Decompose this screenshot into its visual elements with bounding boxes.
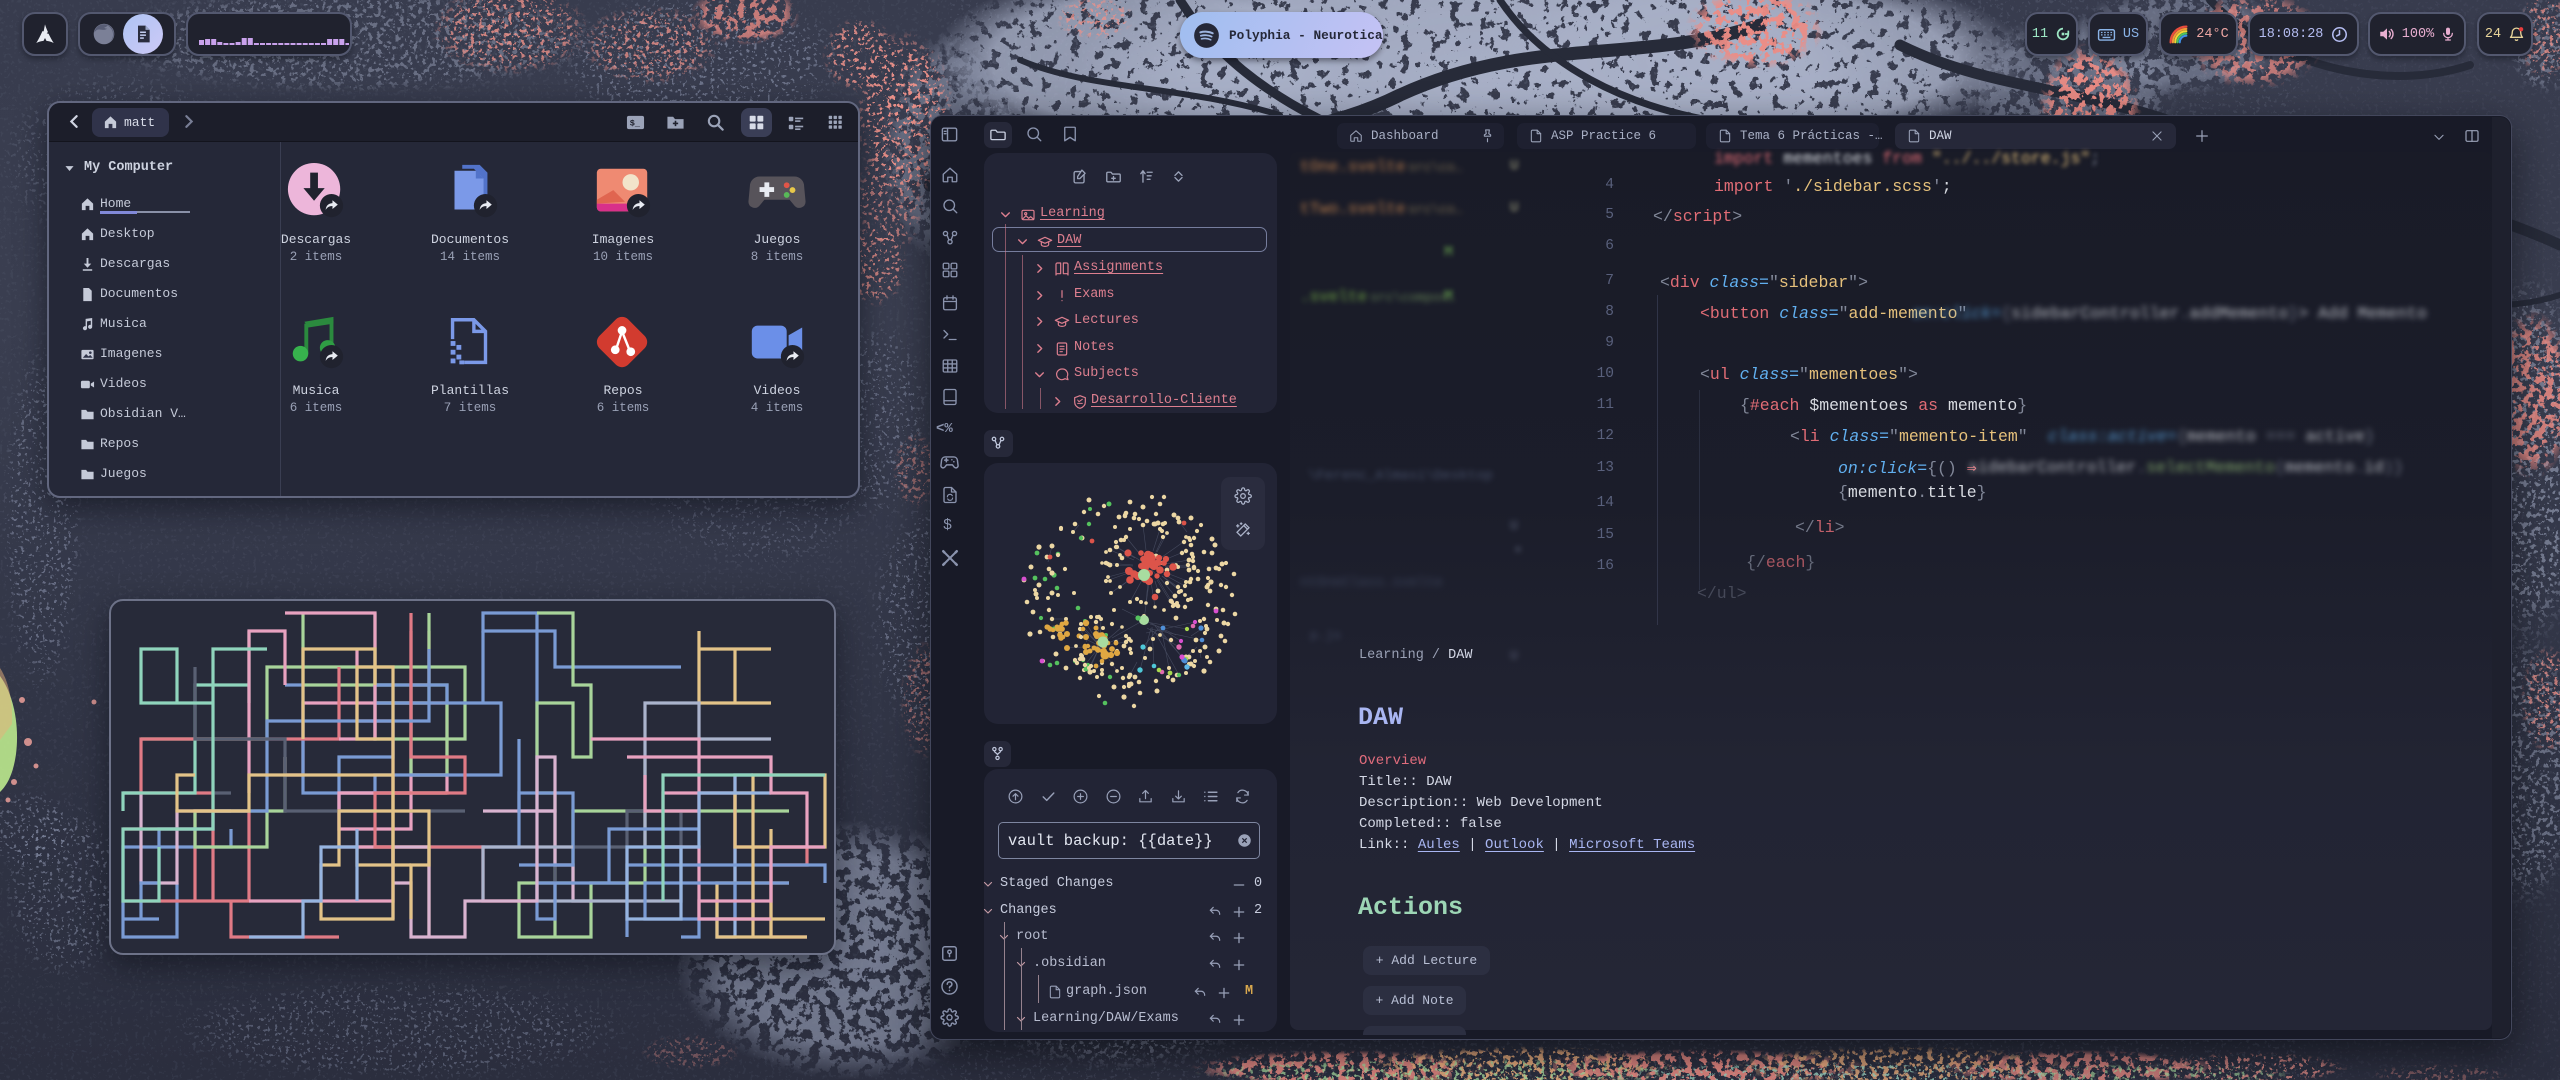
svg-text:$_: $_ [630,118,641,128]
